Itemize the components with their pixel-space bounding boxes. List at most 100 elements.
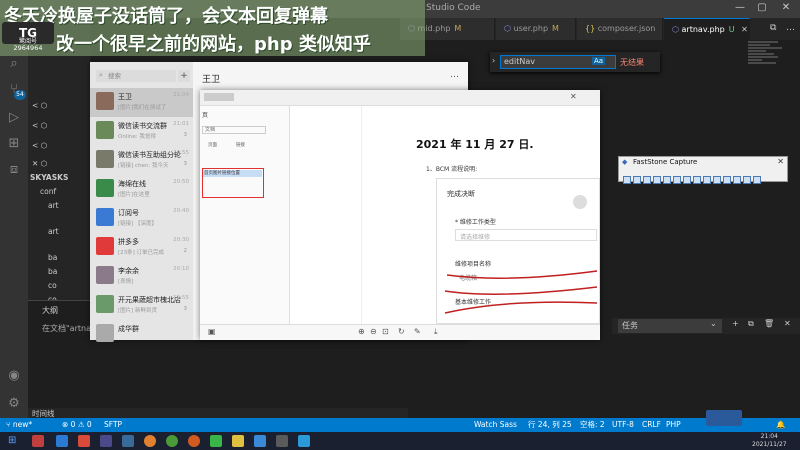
folder-item[interactable]: art: [48, 226, 59, 237]
tree-item[interactable]: ✕ ⬡: [32, 158, 47, 169]
download-icon[interactable]: ⤓: [434, 327, 438, 337]
chat-item[interactable]: 李余余 [表情] 20:10: [90, 262, 193, 291]
edit-icon[interactable]: ✎: [414, 327, 421, 336]
capture-tool-icon[interactable]: [723, 176, 731, 184]
chevron-down-icon[interactable]: ⌄: [710, 319, 717, 328]
app-icon[interactable]: [298, 435, 310, 447]
tab-composer-json[interactable]: {} composer.json: [577, 18, 663, 40]
add-chat-button[interactable]: +: [178, 70, 190, 82]
capture-tool-icon[interactable]: [693, 176, 701, 184]
match-case-toggle[interactable]: Aa: [592, 57, 606, 65]
outline-title[interactable]: 大纲: [42, 305, 58, 316]
chat-item[interactable]: 开元果蔬超市槐北店 [图片] 新鲜到货 19:55 3: [90, 291, 193, 320]
capture-tool-icon[interactable]: [643, 176, 651, 184]
start-icon[interactable]: ⊞: [8, 435, 20, 447]
close-icon[interactable]: ✕: [776, 2, 796, 13]
tab-close-icon[interactable]: ✕: [741, 25, 748, 34]
extensions-icon[interactable]: ⊞: [6, 136, 22, 152]
capture-tool-icon[interactable]: [733, 176, 741, 184]
capture-tool-icon[interactable]: [663, 176, 671, 184]
close-icon[interactable]: ✕: [777, 157, 784, 166]
app-icon[interactable]: [254, 435, 266, 447]
cursor-position[interactable]: 行 24, 列 25: [528, 418, 572, 432]
minimap[interactable]: [748, 40, 788, 100]
split-terminal-icon[interactable]: ⧉: [748, 319, 754, 329]
tab-artnav-php[interactable]: ⬡ artnav.php U ✕: [664, 18, 750, 40]
more-icon[interactable]: …: [450, 70, 459, 80]
split-editor-icon[interactable]: ⧉: [770, 23, 776, 33]
channel-id: 2964964: [13, 44, 43, 52]
page-view-icon[interactable]: ▣: [208, 327, 216, 336]
project-root[interactable]: SKYASKS: [30, 172, 68, 183]
chat-item[interactable]: 成华群: [90, 320, 193, 349]
folder-item[interactable]: ba: [48, 266, 57, 277]
folder-item[interactable]: art: [48, 200, 59, 211]
maximize-icon[interactable]: ▢: [752, 2, 772, 13]
rotate-icon[interactable]: ↻: [398, 327, 405, 336]
chat-item[interactable]: 微信读书交流群 Online: 我觉得 21:01 3: [90, 117, 193, 146]
minimize-icon[interactable]: —: [730, 2, 750, 13]
app-icon[interactable]: [122, 435, 134, 447]
capture-tool-icon[interactable]: [623, 176, 631, 184]
sftp-indicator[interactable]: SFTP: [104, 418, 122, 432]
more-actions-icon[interactable]: …: [786, 23, 795, 33]
tree-item[interactable]: < ⬡: [32, 120, 47, 131]
gear-icon[interactable]: ⚙: [6, 396, 22, 412]
app-icon[interactable]: [78, 435, 90, 447]
remote-explorer-icon[interactable]: ⧈: [6, 162, 22, 178]
task-select[interactable]: 任务: [618, 319, 722, 333]
capture-tool-icon[interactable]: [683, 176, 691, 184]
system-clock[interactable]: 21:04 2021/11/27: [752, 433, 787, 449]
capture-tool-icon[interactable]: [713, 176, 721, 184]
app-icon[interactable]: [276, 435, 288, 447]
app-icon[interactable]: [100, 435, 112, 447]
folder-item[interactable]: ba: [48, 252, 57, 263]
capture-tool-icon[interactable]: [753, 176, 761, 184]
toolbar-tabs[interactable]: [204, 93, 234, 101]
close-panel-icon[interactable]: ✕: [784, 319, 791, 328]
browser-icon[interactable]: [144, 435, 156, 447]
language-mode[interactable]: PHP: [666, 418, 681, 432]
tab-user-php[interactable]: ⬡ user.php M: [496, 18, 576, 40]
indentation-setting[interactable]: 空格: 2: [580, 418, 605, 432]
zoom-out-icon[interactable]: ⊖: [370, 327, 377, 336]
chat-item[interactable]: 订阅号 [链接] 【深度】 20:40: [90, 204, 193, 233]
capture-tool-icon[interactable]: [703, 176, 711, 184]
problems-indicator[interactable]: ⊗ 0 ⚠ 0: [62, 418, 92, 432]
search-icon[interactable]: ⌕: [6, 56, 22, 72]
browser-icon[interactable]: [166, 435, 178, 447]
encoding-setting[interactable]: UTF-8: [612, 418, 634, 432]
chat-item[interactable]: 王卫 [图片]我们在测试了 21:04: [90, 88, 193, 117]
folder-taskbar-icon[interactable]: [232, 435, 244, 447]
folder-item[interactable]: co: [48, 280, 57, 291]
chevron-right-icon[interactable]: ›: [492, 56, 495, 65]
search-input[interactable]: 搜索: [96, 70, 176, 82]
eol-setting[interactable]: CRLF: [642, 418, 661, 432]
zoom-in-icon[interactable]: ⊕: [358, 327, 365, 336]
pane-search-input[interactable]: 文档: [202, 126, 266, 134]
capture-tool-icon[interactable]: [743, 176, 751, 184]
notifications-icon[interactable]: 🔔: [776, 418, 785, 432]
app-icon[interactable]: [32, 435, 44, 447]
wechat-taskbar-icon[interactable]: [210, 435, 222, 447]
run-debug-icon[interactable]: ▷: [6, 110, 22, 126]
chat-item[interactable]: 拼多多 [23条] 订单已完成 20:30 2: [90, 233, 193, 262]
branch-indicator[interactable]: ⑂ new*: [6, 418, 32, 432]
tree-item[interactable]: < ⬡: [32, 100, 47, 111]
chat-item[interactable]: 海绵在线 [图片]在这里 20:50: [90, 175, 193, 204]
chat-item[interactable]: 微信读书互助组分轮 [链接] chen: 我今天 20:55 3: [90, 146, 193, 175]
plus-icon[interactable]: +: [732, 319, 739, 328]
vscode-taskbar-icon[interactable]: [56, 435, 68, 447]
firefox-icon[interactable]: [188, 435, 200, 447]
capture-tool-icon[interactable]: [673, 176, 681, 184]
chat-time: 20:50: [173, 179, 189, 185]
account-icon[interactable]: ◉: [6, 368, 22, 384]
watch-sass-button[interactable]: Watch Sass: [474, 418, 517, 432]
tree-item[interactable]: < ⬡: [32, 140, 47, 151]
capture-tool-icon[interactable]: [633, 176, 641, 184]
fit-page-icon[interactable]: ⊡: [382, 327, 389, 336]
capture-tool-icon[interactable]: [653, 176, 661, 184]
close-icon[interactable]: ✕: [570, 92, 577, 101]
trash-icon[interactable]: 🗑: [764, 319, 774, 328]
folder-item[interactable]: conf: [40, 186, 56, 197]
